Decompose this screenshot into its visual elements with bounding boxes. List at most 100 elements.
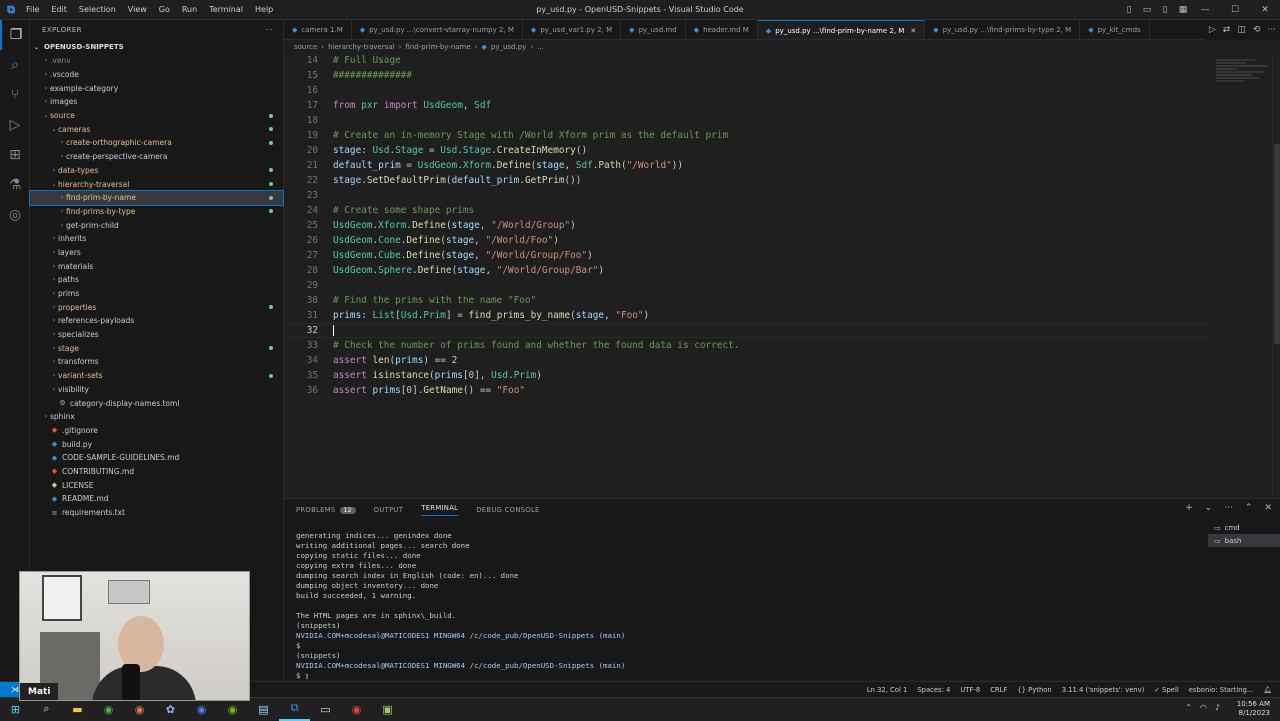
menu-help[interactable]: Help (255, 5, 273, 14)
terminal-icon[interactable]: ▭ (310, 698, 341, 721)
folder-item[interactable]: › create-orthographic-camera (30, 136, 283, 150)
terminal-item-bash[interactable]: ▭ bash (1208, 534, 1280, 547)
code-line[interactable]: 29 (284, 278, 1212, 293)
breadcrumb-item[interactable]: source (294, 43, 317, 51)
code-editor[interactable]: 14 # Full Usage 15 ############## 16 17 from p… (284, 54, 1280, 496)
editor-tab[interactable]: ◆ py_kit_cmds (1080, 20, 1150, 39)
folder-item[interactable]: › references-payloads (30, 314, 283, 328)
folder-item[interactable]: › .vscode (30, 68, 283, 82)
folder-item[interactable]: › layers (30, 246, 283, 260)
code-line[interactable]: 15 ############## (284, 68, 1212, 83)
editor-scrollbar[interactable] (1272, 54, 1280, 496)
maximize-button[interactable]: ☐ (1220, 5, 1250, 15)
minimap[interactable] (1216, 58, 1272, 94)
folder-item[interactable]: › variant-sets (30, 369, 283, 383)
status-esbonio[interactable]: esbonio: Starting... (1189, 686, 1254, 694)
folder-item[interactable]: › find-prim-by-name (29, 189, 284, 206)
editor-tab[interactable]: ◆ py_usd_var1.py 2, M (523, 20, 622, 39)
code-line[interactable]: 17 from pxr import UsdGeom, Sdf (284, 98, 1212, 113)
obs-icon[interactable]: ▣ (372, 698, 403, 721)
menu-edit[interactable]: Edit (51, 5, 67, 14)
clock[interactable]: 10:56 AM 8/1/2023 (1237, 700, 1270, 718)
code-line[interactable]: 20 stage: Usd.Stage = Usd.Stage.CreateInM… (284, 143, 1212, 158)
code-line[interactable]: 24 # Create some shape prims (284, 203, 1212, 218)
notepad-icon[interactable]: ▤ (248, 698, 279, 721)
close-icon[interactable]: ✕ (910, 27, 916, 35)
close-window-button[interactable]: ✕ (1250, 5, 1280, 15)
menu-run[interactable]: Run (182, 5, 197, 14)
folder-item[interactable]: ⌄ source (30, 109, 283, 123)
volume-icon[interactable]: ♪ (1215, 703, 1220, 712)
menu-view[interactable]: View (128, 5, 147, 14)
notifications-bell-icon[interactable]: 🔔︎ (1263, 686, 1272, 694)
status-indentation[interactable]: Spaces: 4 (917, 686, 950, 694)
code-line[interactable]: 32 (284, 323, 1212, 338)
file-item[interactable]: ◆ CODE-SAMPLE-GUIDELINES.md (30, 451, 283, 465)
code-line[interactable]: 36 assert prims[0].GetName() == "Foo" (284, 383, 1212, 398)
status-language[interactable]: {} Python (1017, 686, 1051, 694)
folder-item[interactable]: › inherits (30, 232, 283, 246)
code-line[interactable]: 18 (284, 113, 1212, 128)
file-item[interactable]: ◆ .gitignore (30, 424, 283, 438)
status-eol[interactable]: CRLF (990, 686, 1007, 694)
file-item[interactable]: ⚙ category-display-names.toml (30, 396, 283, 410)
scrollbar-thumb[interactable] (1274, 144, 1280, 344)
editor-tab[interactable]: ◆ camera 1.M (284, 20, 352, 39)
maximize-panel-icon[interactable]: ⌃ (1245, 503, 1253, 513)
close-panel-icon[interactable]: ✕ (1264, 503, 1272, 513)
customize-layout-icon[interactable]: ▦ (1176, 5, 1190, 15)
open-changes-icon[interactable]: ⟲ (1253, 25, 1261, 35)
file-item[interactable]: ≡ requirements.txt (30, 506, 283, 520)
editor-tab[interactable]: ◆ py_usd.py ...\convert-vtarray-numpy 2, … (352, 20, 523, 39)
status-interpreter[interactable]: 3.11.4 ('snippets': venv) (1062, 686, 1145, 694)
folder-item[interactable]: › visibility (30, 383, 283, 397)
code-line[interactable]: 16 (284, 83, 1212, 98)
folder-item[interactable]: › transforms (30, 355, 283, 369)
editor-tab[interactable]: ◆ py_usd.py ...\find-prims-by-type 2, M (925, 20, 1081, 39)
source-control-icon[interactable]: ⑂ (0, 80, 30, 110)
folder-item[interactable]: › specializes (30, 328, 283, 342)
code-line[interactable]: 31 prims: List[Usd.Prim] = find_prims_by_… (284, 308, 1212, 323)
extensions-icon[interactable]: ⊞ (0, 140, 30, 170)
chevron-down-icon[interactable]: ⌄ (1205, 503, 1213, 513)
network-icon[interactable]: ◠ (1200, 703, 1207, 712)
breadcrumb-item[interactable]: py_usd.py (491, 43, 526, 51)
search-icon[interactable]: ⌕ (0, 50, 30, 80)
file-item[interactable]: ◆ LICENSE (30, 478, 283, 492)
folder-item[interactable]: › data-types (30, 164, 283, 178)
run-debug-icon[interactable]: ▷ (0, 110, 30, 140)
run-icon[interactable]: ▷ (1209, 25, 1216, 35)
code-line[interactable]: 23 (284, 188, 1212, 203)
remote-explorer-icon[interactable]: ◎ (0, 200, 30, 230)
code-line[interactable]: 26 UsdGeom.Cone.Define(stage, "/World/Foo… (284, 233, 1212, 248)
menu-go[interactable]: Go (159, 5, 170, 14)
folder-item[interactable]: › paths (30, 273, 283, 287)
folder-item[interactable]: ⌄ cameras (30, 122, 283, 136)
folder-item[interactable]: ⌄ hierarchy-traversal (30, 177, 283, 191)
more-actions-icon[interactable]: ··· (265, 26, 273, 34)
code-line[interactable]: 33 # Check the number of prims found and … (284, 338, 1212, 353)
chrome-icon[interactable]: ◉ (341, 698, 372, 721)
more-actions-icon[interactable]: ··· (1267, 25, 1276, 35)
menu-file[interactable]: File (26, 5, 39, 14)
folder-item[interactable]: › sphinx (30, 410, 283, 424)
code-line[interactable]: 35 assert isinstance(prims[0], Usd.Prim) (284, 368, 1212, 383)
code-line[interactable]: 34 assert len(prims) == 2 (284, 353, 1212, 368)
chevron-up-icon[interactable]: ⌃ (1185, 703, 1192, 712)
folder-item[interactable]: › find-prims-by-type (30, 205, 283, 219)
toggle-panel-icon[interactable]: ▭ (1140, 5, 1154, 15)
tab-output[interactable]: OUTPUT (374, 506, 404, 514)
code-line[interactable]: 22 stage.SetDefaultPrim(default_prim.GetP… (284, 173, 1212, 188)
minimize-button[interactable]: — (1190, 5, 1220, 15)
code-line[interactable]: 28 UsdGeom.Sphere.Define(stage, "/World/G… (284, 263, 1212, 278)
folder-item[interactable]: › get-prim-child (30, 218, 283, 232)
vscode-taskbar-icon[interactable]: ⧉ (279, 698, 310, 721)
tab-problems[interactable]: PROBLEMS 12 (296, 506, 356, 514)
editor-tab[interactable]: ◆ header.md M (686, 20, 758, 39)
code-line[interactable]: 27 UsdGeom.Cube.Define(stage, "/World/Gro… (284, 248, 1212, 263)
breadcrumb-item[interactable]: ... (537, 43, 544, 51)
breadcrumb-item[interactable]: find-prim-by-name (405, 43, 470, 51)
tab-terminal[interactable]: TERMINAL (421, 504, 459, 516)
code-line[interactable]: 25 UsdGeom.Xform.Define(stage, "/World/Gr… (284, 218, 1212, 233)
folder-item[interactable]: › stage (30, 341, 283, 355)
